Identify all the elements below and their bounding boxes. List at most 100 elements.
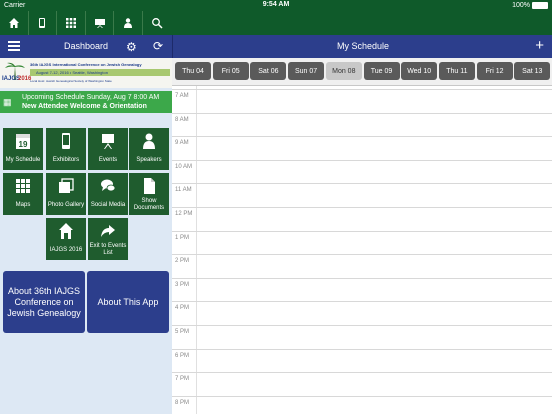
hour-row[interactable]: 1 PM xyxy=(172,230,552,255)
day-button[interactable]: Wed 10 xyxy=(401,62,438,80)
tile-label: Speakers xyxy=(136,157,162,163)
hour-label: 8 PM xyxy=(175,399,190,406)
banner-host: Local Host: Jewish Genealogical Society … xyxy=(30,79,112,83)
easel-icon[interactable] xyxy=(86,11,115,35)
person-icon xyxy=(143,133,155,149)
tile-exhibitors[interactable]: Exhibitors xyxy=(46,128,86,170)
tile-social-media[interactable]: Social Media xyxy=(88,173,128,215)
hour-row[interactable]: 9 AM xyxy=(172,136,552,160)
battery-icon xyxy=(532,2,548,9)
battery-percent: 100% xyxy=(512,2,530,9)
tile-speakers[interactable]: Speakers xyxy=(129,128,169,170)
day-button[interactable]: Sat 13 xyxy=(514,62,551,80)
hour-row[interactable]: 7 AM xyxy=(172,89,552,113)
day-selector: Thu 04 Fri 05 Sat 06 Sun 07 Mon 08 Tue 09 Wed … xyxy=(172,58,552,86)
hour-row[interactable]: 10 AM xyxy=(172,159,552,184)
hour-row[interactable]: 3 PM xyxy=(172,277,552,302)
calendar-icon: 19 xyxy=(16,134,30,149)
schedule-header: My Schedule + xyxy=(172,35,552,58)
tile-label: Maps xyxy=(15,202,31,208)
hour-label: 12 PM xyxy=(175,211,193,217)
hour-row[interactable]: 8 AM xyxy=(172,112,552,137)
house-icon xyxy=(59,223,73,239)
day-button[interactable]: Fri 05 xyxy=(212,62,249,80)
dashboard-title: Dashboard xyxy=(63,41,109,51)
hour-row[interactable]: 12 PM xyxy=(172,207,552,231)
banner-dates: August 7-12, 2016 • Seattle, Washington xyxy=(30,69,170,76)
schedule-timeline[interactable]: 7 AM 8 AM 9 AM 10 AM 11 AM 12 PM 1 PM 2 PM 3 PM 4… xyxy=(172,86,552,414)
about-app-button[interactable]: About This App xyxy=(87,271,169,333)
hour-label: 5 PM xyxy=(175,329,190,335)
day-button[interactable]: Fri 12 xyxy=(476,62,513,80)
chat-icon xyxy=(101,179,116,192)
hour-row[interactable]: 5 PM xyxy=(172,325,552,349)
hour-row[interactable]: 7 PM xyxy=(172,372,552,396)
easel-icon xyxy=(102,134,114,149)
hour-label: 3 PM xyxy=(175,281,190,288)
grid-icon[interactable] xyxy=(57,11,86,35)
tile-label: Social Media xyxy=(90,202,126,208)
upcoming-schedule-banner[interactable]: ▦ Upcoming Schedule Sunday, Aug 7 8:00 A… xyxy=(0,91,172,113)
tile-maps[interactable]: Maps xyxy=(3,173,43,215)
tile-label: Exhibitors xyxy=(52,157,80,163)
tile-label: Events xyxy=(98,157,118,163)
add-icon[interactable]: + xyxy=(535,37,544,54)
hour-label: 9 AM xyxy=(175,140,189,147)
battery-indicator: 100% xyxy=(512,2,548,9)
hour-row[interactable]: 8 PM xyxy=(172,395,552,420)
tile-my-schedule[interactable]: 19 My Schedule xyxy=(3,128,43,170)
gallery-icon xyxy=(59,178,74,193)
phone-icon[interactable] xyxy=(29,11,58,35)
person-icon[interactable] xyxy=(114,11,143,35)
svg-text:19: 19 xyxy=(19,140,28,149)
hour-row[interactable]: 6 PM xyxy=(172,348,552,373)
hour-label: 8 AM xyxy=(175,116,189,123)
phone-icon xyxy=(62,133,70,149)
home-icon[interactable] xyxy=(0,11,29,35)
tile-label: Exit to Events List xyxy=(89,243,127,256)
document-icon xyxy=(144,178,155,194)
upcoming-event: New Attendee Welcome & Orientation xyxy=(22,103,147,110)
calendar-small-icon: ▦ xyxy=(3,97,12,107)
day-button[interactable]: Sun 07 xyxy=(288,62,325,80)
hour-label: 1 PM xyxy=(175,234,190,241)
hour-label: 7 AM xyxy=(175,93,189,99)
search-icon[interactable] xyxy=(143,11,172,35)
dashboard-header: Dashboard ⚙ ⟳ xyxy=(0,35,172,58)
day-button[interactable]: Tue 09 xyxy=(363,62,400,80)
day-button[interactable]: Mon 08 xyxy=(325,62,362,80)
dashboard-panel: IAJGS 2016 36th IAJGS International Conf… xyxy=(0,58,172,414)
about-conference-button[interactable]: About 36th IAJGS Conference on Jewish Ge… xyxy=(3,271,85,333)
day-button[interactable]: Thu 04 xyxy=(175,62,211,80)
hour-row[interactable]: 4 PM xyxy=(172,301,552,325)
hour-label: 7 PM xyxy=(175,376,190,383)
gear-icon[interactable]: ⚙ xyxy=(126,40,137,54)
banner-title: 36th IAJGS International Conference on J… xyxy=(30,62,142,67)
tile-events[interactable]: Events xyxy=(88,128,128,170)
tile-show-documents[interactable]: Show Documents xyxy=(129,173,169,215)
day-button[interactable]: Thu 11 xyxy=(438,62,475,80)
hour-label: 10 AM xyxy=(175,163,193,170)
nav-icon-bar xyxy=(0,11,172,35)
hour-label: 4 PM xyxy=(175,305,190,312)
tile-label: Show Documents xyxy=(133,198,165,211)
tile-label: Photo Gallery xyxy=(47,202,85,208)
share-icon xyxy=(101,225,115,237)
grid-icon xyxy=(16,179,30,193)
tile-label: IAJGS 2016 xyxy=(49,247,83,253)
hour-label: 11 AM xyxy=(175,187,192,194)
hour-row[interactable]: 2 PM xyxy=(172,254,552,278)
hour-row[interactable]: 11 AM xyxy=(172,183,552,207)
hour-label: 2 PM xyxy=(175,258,190,265)
upcoming-date: Upcoming Schedule Sunday, Aug 7 8:00 AM xyxy=(22,94,160,101)
refresh-icon[interactable]: ⟳ xyxy=(153,39,163,53)
status-bar: Carrier 9:54 AM 100% xyxy=(0,0,552,12)
tile-photo-gallery[interactable]: Photo Gallery xyxy=(46,173,86,215)
tile-iajgs-2016[interactable]: IAJGS 2016 xyxy=(46,218,86,260)
tile-label: My Schedule xyxy=(5,157,41,163)
tile-exit-to-events-list[interactable]: Exit to Events List xyxy=(88,218,128,260)
conference-banner: IAJGS 2016 36th IAJGS International Conf… xyxy=(0,58,172,88)
day-button[interactable]: Sat 06 xyxy=(250,62,287,80)
hour-label: 6 PM xyxy=(175,352,190,359)
schedule-title: My Schedule xyxy=(336,41,390,51)
